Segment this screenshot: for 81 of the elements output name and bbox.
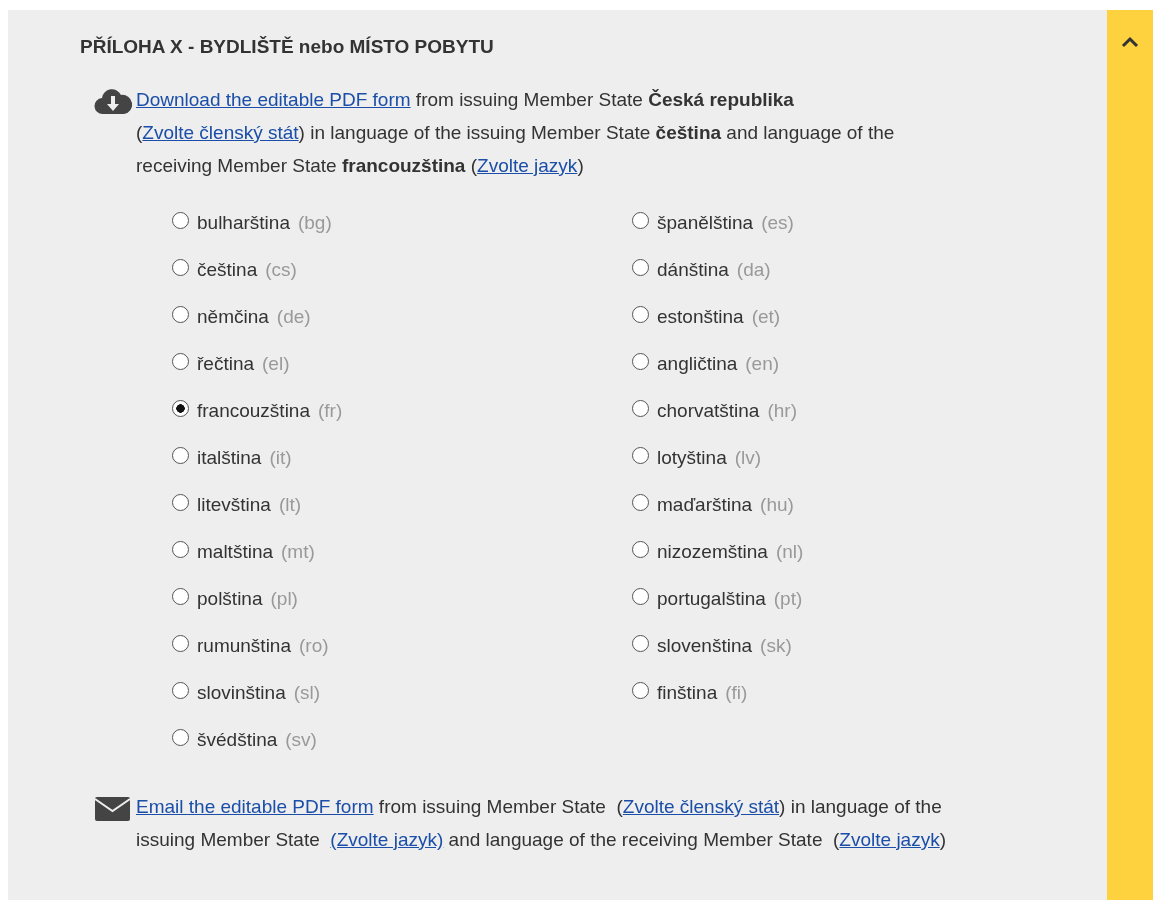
cloud-download-icon <box>94 86 132 115</box>
radio-button[interactable] <box>172 399 189 417</box>
section-title: PŘÍLOHA X - BYDLIŠTĚ nebo MÍSTO POBYTU <box>80 36 495 59</box>
text-link[interactable]: Email the editable PDF form <box>136 795 374 817</box>
radio-button[interactable] <box>632 634 649 652</box>
language-name: maďarština <box>657 493 753 518</box>
text-link[interactable]: Zvolte členský stát <box>622 795 780 817</box>
language-name: estonština <box>657 305 744 330</box>
language-name: portugalština <box>657 587 766 612</box>
text-link[interactable]: Zvolte jazyk <box>477 154 578 176</box>
radio-button[interactable] <box>632 587 649 605</box>
email-instructions: Email the editable PDF form from issuing Member State (Zvolte členský stát) in language of the issuing Member State (Zvolte jazyk) and language of the receiving Member State (Zvolte jazyk) <box>136 794 947 852</box>
language-code: (sk) <box>760 634 792 659</box>
language-code: (ro) <box>299 634 329 659</box>
radio-button[interactable] <box>632 211 649 229</box>
language-code: (hu) <box>760 493 794 518</box>
language-code: (de) <box>276 305 311 330</box>
language-name: litevština <box>197 493 271 518</box>
radio-button[interactable] <box>632 399 649 417</box>
language-code: (sv) <box>285 728 317 753</box>
language-name: bulharština <box>197 211 290 236</box>
radio-button[interactable] <box>632 493 649 511</box>
language-name: slovenština <box>657 634 753 659</box>
language-code: (da) <box>736 258 771 283</box>
radio-button[interactable] <box>172 305 189 323</box>
language-code: (fr) <box>318 399 343 424</box>
language-code: (pl) <box>270 587 298 612</box>
language-code: (lt) <box>278 493 302 518</box>
language-code: (pt) <box>773 587 803 612</box>
language-code: (mt) <box>281 540 315 565</box>
language-code: (es) <box>761 211 794 236</box>
language-code: (sl) <box>293 681 321 706</box>
language-code: (fi) <box>725 681 748 706</box>
radio-button[interactable] <box>172 728 189 746</box>
language-name: lotyština <box>657 446 727 471</box>
language-code: (en) <box>745 352 780 377</box>
radio-button[interactable] <box>632 681 649 699</box>
text-link[interactable]: Zvolte jazyk <box>839 828 940 850</box>
radio-button[interactable] <box>632 305 649 323</box>
radio-button[interactable] <box>632 352 649 370</box>
language-name: španělština <box>657 211 754 236</box>
language-code: (bg) <box>297 211 332 236</box>
radio-button[interactable] <box>172 211 189 229</box>
language-code: (it) <box>269 446 292 471</box>
radio-button[interactable] <box>632 446 649 464</box>
language-name: švédština <box>197 728 278 753</box>
language-name: rumunština <box>197 634 291 659</box>
language-name: řečtina <box>197 352 255 377</box>
radio-button[interactable] <box>172 352 189 370</box>
language-code: (cs) <box>265 258 297 283</box>
language-name: polština <box>197 587 263 612</box>
language-code: (et) <box>751 305 781 330</box>
language-name: nizozemština <box>657 540 768 565</box>
text-link[interactable]: (Zvolte jazyk) <box>330 828 444 850</box>
radio-button[interactable] <box>172 493 189 511</box>
language-name: italština <box>197 446 262 471</box>
text-link[interactable]: Download the editable PDF form <box>136 88 411 110</box>
language-code: (nl) <box>775 540 804 565</box>
language-name: chorvatština <box>657 399 760 424</box>
chevron-up-icon <box>1121 36 1139 48</box>
radio-button[interactable] <box>172 587 189 605</box>
language-name: angličtina <box>657 352 738 377</box>
download-instructions: Download the editable PDF form from issuing Member State Česká republika (Zvolte členský stát) in language of the issuing Member State čeština and language of the receiving Member State francouzština (Zvolte jazyk) <box>136 87 896 178</box>
language-code: (el) <box>262 352 290 377</box>
radio-button[interactable] <box>172 446 189 464</box>
language-name: francouzština <box>197 399 310 424</box>
language-name: čeština <box>197 258 258 283</box>
language-code: (hr) <box>767 399 797 424</box>
radio-button[interactable] <box>632 258 649 276</box>
language-code: (lv) <box>734 446 762 471</box>
language-name: slovinština <box>197 681 286 706</box>
radio-button[interactable] <box>172 634 189 652</box>
radio-button[interactable] <box>172 540 189 558</box>
text-link[interactable]: Zvolte členský stát <box>142 121 299 143</box>
language-name: maltština <box>197 540 274 565</box>
language-name: dánština <box>657 258 729 283</box>
radio-button[interactable] <box>172 681 189 699</box>
language-name: němčina <box>197 305 269 330</box>
radio-button[interactable] <box>632 540 649 558</box>
language-name: finština <box>657 681 718 706</box>
radio-button[interactable] <box>172 258 189 276</box>
